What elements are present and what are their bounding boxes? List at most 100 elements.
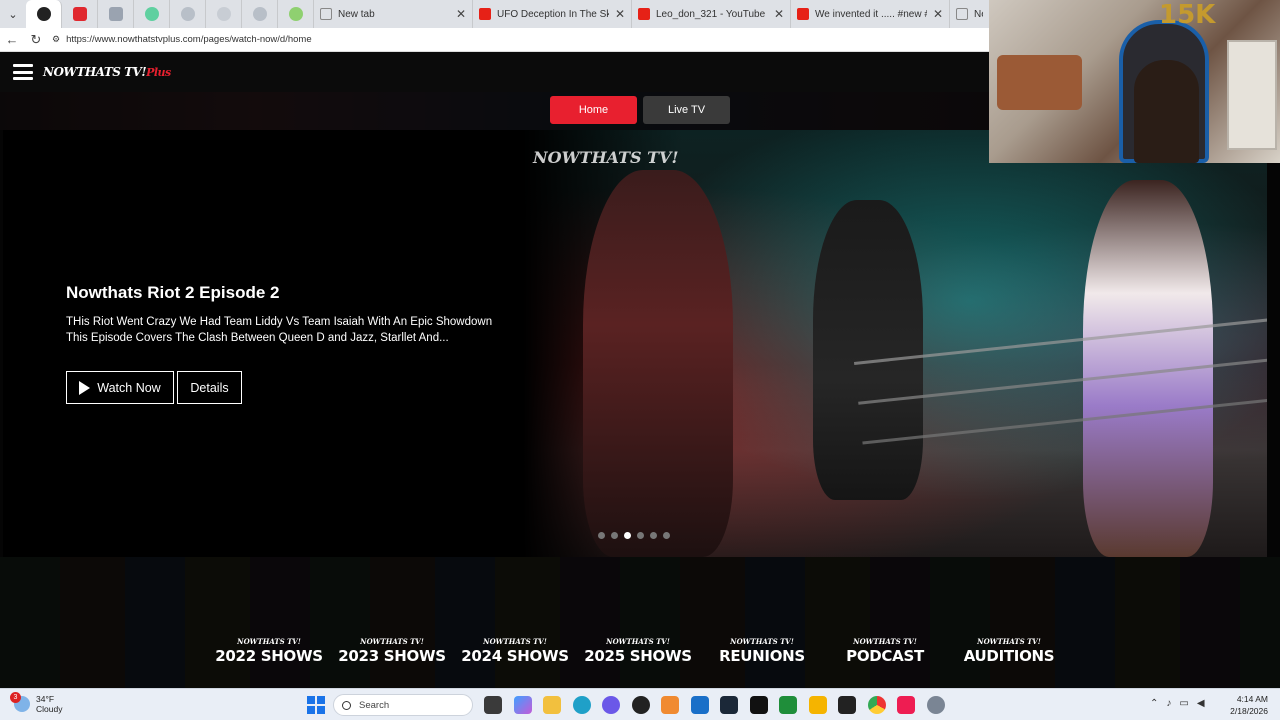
pinned-tab-8[interactable] bbox=[278, 0, 314, 28]
carousel-dot[interactable] bbox=[611, 532, 618, 539]
pinned-tab-active[interactable] bbox=[26, 0, 62, 28]
tab-list-chevron-icon[interactable]: ⌄ bbox=[0, 0, 26, 28]
pinned-tab-7[interactable] bbox=[242, 0, 278, 28]
show-label: 2023 SHOWS bbox=[338, 647, 446, 665]
show-link-podcast[interactable]: NOWTHATS TV! PODCAST bbox=[840, 637, 930, 665]
carousel-dot[interactable] bbox=[598, 532, 605, 539]
back-arrow-icon[interactable]: ← bbox=[0, 28, 24, 52]
hero-image: NOWTHATS TV! bbox=[523, 130, 1267, 557]
webcam-overlay: 15K bbox=[989, 0, 1280, 163]
rockstar-icon[interactable] bbox=[808, 696, 827, 714]
flash-icon bbox=[72, 7, 87, 21]
hero-banner: NOWTHATS TV! Nowthats Riot 2 Episode 2 T… bbox=[3, 130, 1267, 557]
url-text: https://www.nowthatstvplus.com/pages/wat… bbox=[66, 34, 312, 45]
carousel-dot[interactable] bbox=[663, 532, 670, 539]
show-link-auditions[interactable]: NOWTHATS TV! AUDITIONS bbox=[957, 637, 1061, 665]
time: 4:14 AM bbox=[1236, 694, 1268, 704]
windows-start-icon[interactable] bbox=[307, 696, 325, 714]
app-icon[interactable] bbox=[838, 696, 856, 714]
steam-icon[interactable] bbox=[720, 696, 738, 714]
menu-icon[interactable] bbox=[13, 64, 33, 80]
temperature: 34°F bbox=[36, 694, 55, 704]
live-tv-tab[interactable]: Live TV bbox=[643, 96, 730, 124]
date: 2/18/2026 bbox=[1230, 706, 1268, 716]
sofa bbox=[997, 55, 1082, 110]
tab-title: Leo_don_321 - YouTube bbox=[656, 8, 766, 20]
show-link-reunions[interactable]: NOWTHATS TV! REUNIONS bbox=[712, 637, 812, 665]
hero-text: Nowthats Riot 2 Episode 2 THis Riot Went… bbox=[66, 130, 506, 557]
show-link-2024[interactable]: NOWTHATS TV! 2024 SHOWS bbox=[460, 637, 570, 665]
streamer bbox=[1134, 60, 1199, 163]
chevron-up-icon[interactable]: ⌃ bbox=[1150, 698, 1158, 709]
site-logo[interactable]: NOWTHATS TV!Plus bbox=[43, 65, 171, 79]
pinned-tab-6[interactable] bbox=[206, 0, 242, 28]
outlook-icon[interactable] bbox=[690, 696, 709, 714]
volume-icon[interactable]: ◀ bbox=[1197, 698, 1205, 709]
play-circle-icon bbox=[144, 7, 159, 21]
tiktok-icon[interactable] bbox=[749, 696, 768, 714]
show-logo: NOWTHATS TV! bbox=[483, 637, 547, 646]
settings-icon[interactable] bbox=[926, 696, 945, 714]
search-icon bbox=[216, 7, 231, 21]
page-icon bbox=[320, 8, 332, 20]
taskbar-apps bbox=[484, 696, 945, 714]
reload-icon[interactable]: ↻ bbox=[24, 28, 48, 52]
close-icon[interactable]: ✕ bbox=[933, 7, 943, 21]
youtube-icon bbox=[797, 8, 809, 20]
youtube-icon bbox=[638, 8, 650, 20]
show-logo: NOWTHATS TV! bbox=[606, 637, 670, 646]
show-label: 2022 SHOWS bbox=[215, 647, 323, 665]
tab-title: Ne bbox=[974, 8, 983, 20]
url-field[interactable]: ⚙ https://www.nowthatstvplus.com/pages/w… bbox=[52, 34, 312, 45]
show-categories: NOWTHATS TV! 2022 SHOWS NOWTHATS TV! 202… bbox=[0, 557, 1280, 688]
close-icon[interactable]: ✕ bbox=[615, 7, 625, 21]
play-icon bbox=[79, 380, 91, 395]
xbox-icon[interactable] bbox=[779, 696, 797, 714]
copilot-icon[interactable] bbox=[513, 696, 532, 714]
carousel-dot[interactable] bbox=[637, 532, 644, 539]
search-placeholder: Search bbox=[359, 699, 390, 711]
watch-now-button[interactable]: Watch Now bbox=[66, 371, 174, 404]
file-explorer-icon[interactable] bbox=[543, 696, 561, 714]
browser-tab[interactable]: Leo_don_321 - YouTube ✕ bbox=[632, 0, 791, 28]
task-view-icon[interactable] bbox=[484, 696, 502, 714]
details-button[interactable]: Details bbox=[177, 371, 242, 404]
obs-icon[interactable] bbox=[631, 696, 650, 714]
show-link-2022[interactable]: NOWTHATS TV! 2022 SHOWS bbox=[214, 637, 324, 665]
pinned-tab-5[interactable] bbox=[170, 0, 206, 28]
taskbar-search[interactable]: Search bbox=[333, 694, 473, 716]
hero-description: THis Riot Went Crazy We Had Team Liddy V… bbox=[66, 316, 493, 344]
close-icon[interactable]: ✕ bbox=[456, 7, 466, 21]
messenger-icon[interactable] bbox=[602, 696, 620, 714]
clock[interactable]: 4:14 AM 2/18/2026 bbox=[1222, 693, 1268, 717]
browser-tab[interactable]: Ne bbox=[950, 0, 990, 28]
network-icon[interactable]: ▭ bbox=[1179, 698, 1188, 709]
browser-tab[interactable]: New tab ✕ bbox=[314, 0, 473, 28]
weather-widget[interactable]: 3 34°F Cloudy bbox=[10, 692, 62, 714]
home-tab[interactable]: Home bbox=[550, 96, 637, 124]
referee bbox=[813, 200, 923, 500]
show-label: PODCAST bbox=[846, 647, 924, 665]
show-link-2023[interactable]: NOWTHATS TV! 2023 SHOWS bbox=[337, 637, 447, 665]
microphone-icon[interactable]: ♪ bbox=[1166, 698, 1171, 709]
carousel-dot[interactable] bbox=[650, 532, 657, 539]
pinned-tab-2[interactable] bbox=[62, 0, 98, 28]
close-icon[interactable]: ✕ bbox=[774, 7, 784, 21]
carousel-dot-active[interactable] bbox=[624, 532, 631, 539]
show-label: REUNIONS bbox=[719, 647, 805, 665]
show-link-2025[interactable]: NOWTHATS TV! 2025 SHOWS bbox=[583, 637, 693, 665]
tiktok-icon[interactable] bbox=[897, 696, 915, 714]
hero-image-logo: NOWTHATS TV! bbox=[533, 148, 679, 167]
edge-icon[interactable] bbox=[572, 696, 591, 714]
app-icon[interactable] bbox=[661, 696, 679, 714]
show-logo: NOWTHATS TV! bbox=[237, 637, 301, 646]
site-favicon-icon bbox=[36, 7, 51, 21]
show-logo: NOWTHATS TV! bbox=[360, 637, 424, 646]
hero-title: Nowthats Riot 2 Episode 2 bbox=[66, 283, 280, 302]
browser-tab[interactable]: UFO Deception In The Skies Of Ca ✕ bbox=[473, 0, 632, 28]
chrome-icon[interactable] bbox=[867, 696, 886, 714]
pinned-tab-4[interactable] bbox=[134, 0, 170, 28]
browser-tab[interactable]: We invented it ..... #new #blackhi ✕ bbox=[791, 0, 950, 28]
site-info-icon[interactable]: ⚙ bbox=[52, 34, 60, 45]
pinned-tab-3[interactable] bbox=[98, 0, 134, 28]
